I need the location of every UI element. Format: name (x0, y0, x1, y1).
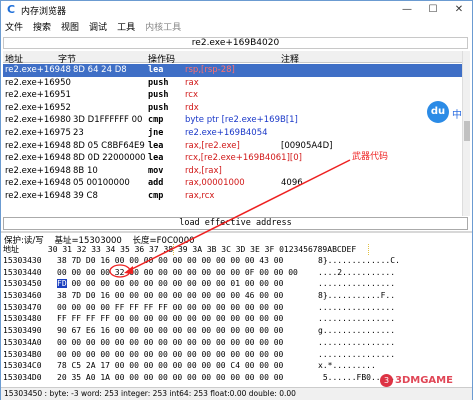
callout-label: 武器代码 (352, 152, 389, 162)
callout-arrow (127, 159, 351, 272)
annotation-overlay (109, 159, 351, 278)
watermark-logo-icon: 3 (380, 374, 393, 387)
watermark: 3DMGAME (395, 375, 453, 386)
